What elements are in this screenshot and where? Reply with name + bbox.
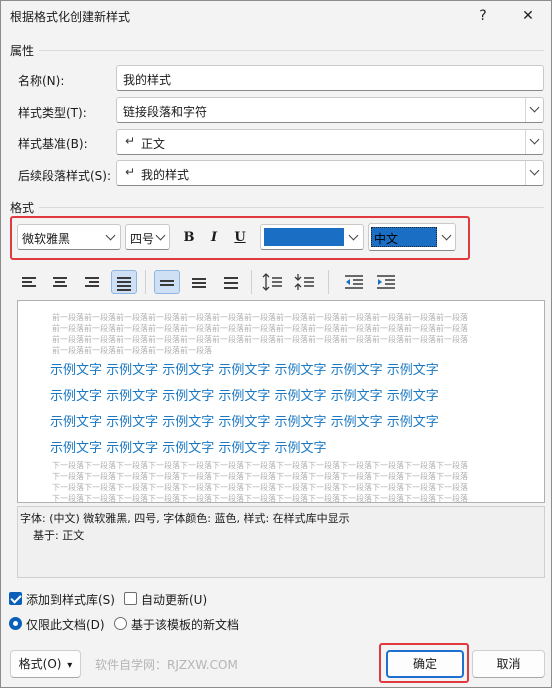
format-menu-button[interactable]: 格式(O) ▾	[10, 650, 81, 678]
toolbar-divider	[251, 270, 252, 294]
chevron-down-icon[interactable]	[105, 230, 116, 241]
previous-paragraph-text: 前一段落前一段落前一段落前一段落前一段落前一段落前一段落前一段落前一段落前一段落…	[52, 335, 468, 344]
outdent-icon	[345, 275, 363, 289]
align-right-button[interactable]	[79, 270, 105, 294]
spacing-up-icon	[262, 273, 282, 291]
font-name-value: 微软雅黑	[22, 232, 71, 246]
sample-text-line: 示例文字 示例文字 示例文字 示例文字 示例文字 示例文字 示例文字	[50, 363, 439, 378]
justify-button[interactable]	[111, 270, 137, 294]
font-color-select[interactable]	[260, 224, 364, 250]
style-type-value: 链接段落和字符	[123, 105, 208, 119]
align-center-button[interactable]	[47, 270, 73, 294]
chevron-down-icon[interactable]	[155, 230, 166, 241]
next-paragraph-text: 下一段落下一段落下一段落下一段落下一段落下一段落下一段落下一段落下一段落下一段落…	[52, 494, 468, 503]
dialog-title: 根据格式化创建新样式	[10, 10, 131, 24]
auto-update-label[interactable]: 自动更新(U)	[141, 591, 207, 608]
style-base-value: 正文	[141, 137, 166, 151]
new-documents-template-label[interactable]: 基于该模板的新文档	[131, 616, 239, 633]
sample-text-line: 示例文字 示例文字 示例文字 示例文字 示例文字	[50, 441, 327, 456]
paragraph-mark-icon: ↵	[125, 165, 136, 179]
help-icon[interactable]: ?	[460, 1, 506, 31]
single-spacing-button[interactable]	[154, 270, 180, 294]
style-type-label: 样式类型(T):	[18, 106, 87, 120]
cancel-button[interactable]: 取消	[472, 650, 545, 678]
increase-paragraph-spacing-button[interactable]	[260, 270, 286, 294]
spacing-down-icon	[294, 274, 314, 290]
only-this-document-label[interactable]: 仅限此文档(D)	[26, 616, 105, 633]
auto-update-checkbox[interactable]	[124, 592, 137, 605]
next-style-select[interactable]: ↵ 我的样式	[116, 160, 544, 186]
create-style-dialog: 根据格式化创建新样式 ? ✕ 属性 名称(N): 我的样式 样式类型(T): 链…	[0, 0, 552, 688]
chevron-down-icon[interactable]	[525, 98, 543, 122]
style-base-select[interactable]: ↵ 正文	[116, 129, 544, 155]
next-paragraph-text: 下一段落下一段落下一段落下一段落下一段落下一段落下一段落下一段落下一段落下一段落…	[52, 472, 468, 481]
indent-icon	[377, 275, 395, 289]
next-paragraph-text: 下一段落下一段落下一段落下一段落下一段落下一段落下一段落下一段落下一段落下一段落…	[52, 461, 468, 470]
sample-text-line: 示例文字 示例文字 示例文字 示例文字 示例文字 示例文字 示例文字	[50, 389, 439, 404]
previous-paragraph-text: 前一段落前一段落前一段落前一段落前一段落前一段落前一段落前一段落前一段落前一段落…	[52, 324, 468, 333]
one-half-spacing-button[interactable]	[186, 270, 212, 294]
properties-section-label: 属性	[10, 44, 35, 58]
style-description: 字体: (中文) 微软雅黑, 四号, 字体颜色: 蓝色, 样式: 在样式库中显示…	[17, 506, 545, 578]
format-section-label: 格式	[10, 201, 35, 215]
name-label: 名称(N):	[18, 74, 65, 88]
ok-button[interactable]: 确定	[386, 650, 464, 678]
next-paragraph-text: 下一段落下一段落下一段落下一段落下一段落下一段落下一段落下一段落下一段落下一段落…	[52, 483, 468, 492]
font-size-select[interactable]: 四号	[125, 224, 170, 250]
chevron-down-icon[interactable]	[441, 230, 452, 241]
toolbar-divider	[328, 270, 329, 294]
previous-paragraph-text: 前一段落前一段落前一段落前一段落前一段落	[52, 346, 212, 355]
title-bar: 根据格式化创建新样式 ? ✕	[1, 1, 551, 31]
chevron-down-icon: ▾	[67, 660, 73, 671]
name-field[interactable]: 我的样式	[116, 65, 544, 91]
align-left-button[interactable]	[16, 270, 42, 294]
underline-button[interactable]: U	[229, 227, 251, 249]
only-this-document-radio[interactable]	[9, 617, 22, 630]
style-type-select[interactable]: 链接段落和字符	[116, 97, 544, 123]
double-spacing-button[interactable]	[218, 270, 244, 294]
add-to-gallery-checkbox[interactable]	[9, 592, 22, 605]
font-size-value: 四号	[130, 232, 155, 246]
format-divider	[39, 207, 544, 208]
description-line: 字体: (中文) 微软雅黑, 四号, 字体颜色: 蓝色, 样式: 在样式库中显示	[20, 512, 350, 525]
new-documents-template-radio[interactable]	[114, 617, 127, 630]
name-value: 我的样式	[123, 73, 172, 87]
watermark-text: 软件自学网：RJZXW.COM	[95, 658, 238, 672]
description-line: 基于: 正文	[33, 529, 85, 542]
add-to-gallery-label[interactable]: 添加到样式库(S)	[26, 591, 115, 608]
previous-paragraph-text: 前一段落前一段落前一段落前一段落前一段落前一段落前一段落前一段落前一段落前一段落…	[52, 313, 468, 322]
font-name-select[interactable]: 微软雅黑	[17, 224, 121, 250]
script-select[interactable]: 中文	[368, 223, 456, 251]
style-preview: 前一段落前一段落前一段落前一段落前一段落前一段落前一段落前一段落前一段落前一段落…	[17, 300, 545, 503]
sample-text-line: 示例文字 示例文字 示例文字 示例文字 示例文字 示例文字 示例文字	[50, 415, 439, 430]
style-base-label: 样式基准(B):	[18, 137, 88, 151]
increase-indent-button[interactable]	[373, 270, 399, 294]
properties-divider	[39, 50, 544, 51]
font-color-swatch	[264, 228, 344, 246]
next-style-value: 我的样式	[141, 168, 190, 182]
script-value: 中文	[374, 232, 399, 246]
chevron-down-icon[interactable]	[525, 161, 543, 185]
decrease-indent-button[interactable]	[341, 270, 367, 294]
italic-button[interactable]: I	[203, 227, 225, 249]
format-button-label: 格式(O)	[18, 657, 62, 671]
decrease-paragraph-spacing-button[interactable]	[292, 270, 318, 294]
chevron-down-icon[interactable]	[525, 130, 543, 154]
close-icon[interactable]: ✕	[505, 1, 551, 31]
toolbar-divider	[145, 270, 146, 294]
bold-button[interactable]: B	[178, 227, 200, 249]
chevron-down-icon[interactable]	[348, 230, 359, 241]
paragraph-mark-icon: ↵	[125, 134, 136, 148]
next-style-label: 后续段落样式(S):	[18, 169, 112, 183]
